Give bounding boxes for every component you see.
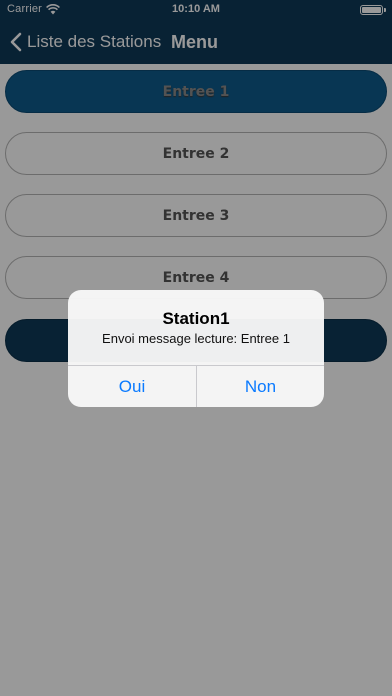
alert-message: Envoi message lecture: Entree 1 <box>102 331 290 346</box>
non-button[interactable]: Non <box>197 366 324 407</box>
alert-title: Station1 <box>162 309 230 328</box>
oui-button[interactable]: Oui <box>68 366 196 407</box>
alert-dialog: Station1 Envoi message lecture: Entree 1… <box>68 290 324 407</box>
